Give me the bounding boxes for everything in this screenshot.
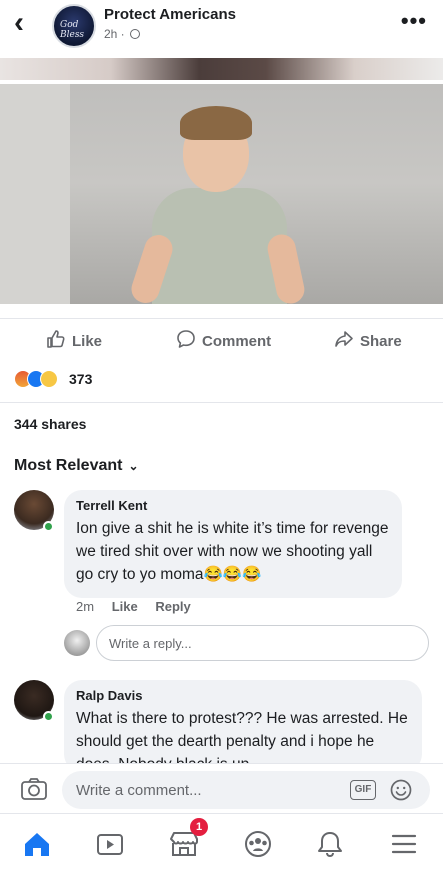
menu-icon[interactable] [382,822,426,866]
share-arrow-icon [335,331,353,347]
notifications-icon[interactable] [308,822,352,866]
post-meta: 2h · [104,27,141,41]
comment-time: 2m [76,599,95,614]
bottom-navigation [0,813,443,876]
camera-icon[interactable] [20,777,48,801]
comment-sort-dropdown[interactable]: Most Relevant ⌄ [14,457,139,475]
comment-like-button[interactable]: Like [112,599,138,614]
comment-label: Comment [202,333,272,350]
home-icon[interactable] [15,822,59,866]
divider [0,402,443,403]
comment-author[interactable]: Terrell Kent [76,498,390,513]
groups-icon[interactable] [236,822,280,866]
chevron-down-icon: ⌄ [128,459,139,473]
more-options-icon[interactable]: ••• [401,8,427,34]
comment-reply-button[interactable]: Reply [155,599,190,614]
previous-photo-strip[interactable] [0,58,443,80]
thumbs-up-icon [47,330,65,348]
comment-composer: GIF [0,763,443,813]
post-time: 2h · [104,27,125,41]
comment-meta: 2m Like Reply [76,599,205,614]
sad-reaction-icon [40,370,58,388]
online-status-dot [43,521,54,532]
photo-child-hair [180,106,252,140]
online-status-dot [43,711,54,722]
back-button[interactable]: ‹ [14,8,38,38]
comment-bubble-icon [177,330,195,348]
sort-label: Most Relevant [14,457,123,474]
comment-bubble[interactable]: Terrell Kent Ion give a shit he is white… [64,490,402,598]
share-label: Share [360,333,402,350]
post-action-bar: Like Comment Share [0,318,443,358]
post-photo[interactable] [0,84,443,304]
comment-button[interactable]: Comment [176,329,271,350]
share-count[interactable]: 344 shares [14,416,86,432]
current-user-avatar [64,630,90,656]
gif-button[interactable]: GIF [350,780,376,800]
post-header: ‹ God Bless Protect Americans 2h · ••• [0,0,443,58]
page-name[interactable]: Protect Americans [104,6,236,23]
emoji-icon[interactable] [390,779,412,801]
globe-icon [130,29,141,39]
like-button[interactable]: Like [46,329,102,350]
reaction-count: 373 [69,371,93,387]
like-label: Like [72,333,103,350]
comment-author[interactable]: Ralp Davis [76,688,410,703]
marketplace-badge: 1 [190,818,208,836]
comment-text: Ion give a shit he is white it’s time fo… [76,520,389,583]
share-button[interactable]: Share [334,329,402,350]
photo-background-pane [0,84,70,304]
watch-icon[interactable] [88,822,132,866]
page-avatar[interactable]: God Bless [52,4,96,48]
reply-input[interactable] [96,625,429,661]
comment-bubble[interactable]: Ralp Davis What is there to protest??? H… [64,680,422,772]
page-avatar-logo-text: God Bless [60,20,85,40]
